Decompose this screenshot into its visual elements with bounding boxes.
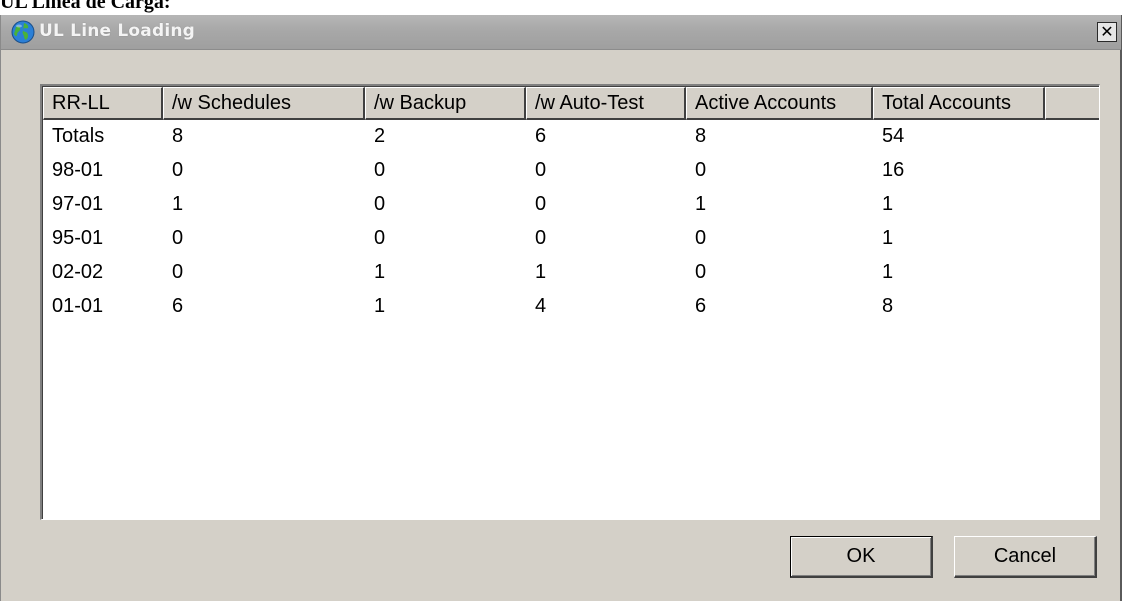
ok-button[interactable]: OK (790, 536, 933, 578)
window-title: UL Line Loading (39, 21, 196, 41)
column-header[interactable]: RR-LL (43, 87, 163, 120)
table-row[interactable]: 98-01 0 0 0 0 16 (43, 153, 1099, 187)
table-cell: 54 (882, 125, 905, 147)
table-row[interactable]: 01-01 6 1 4 6 8 (43, 289, 1099, 323)
table-cell: 2 (374, 125, 386, 147)
table-cell: 6 (172, 295, 184, 317)
table-cell: 0 (374, 159, 386, 181)
table-cell: 8 (172, 125, 184, 147)
table-row[interactable]: 02-02 0 1 1 0 1 (43, 255, 1099, 289)
table-cell: 0 (172, 159, 184, 181)
table-cell: 1 (374, 295, 386, 317)
accounts-list-view[interactable]: RR-LL/w Schedules/w Backup/w Auto-Test Ac… (40, 84, 1100, 520)
table-cell: 0 (172, 227, 184, 249)
table-cell: 1 (882, 227, 894, 249)
table-cell: 0 (695, 261, 707, 283)
table-cell: 0 (374, 193, 386, 215)
close-button[interactable]: ✕ (1097, 22, 1117, 42)
table-cell: 16 (882, 159, 905, 181)
table-row[interactable]: 95-01 0 0 0 0 1 (43, 221, 1099, 255)
table-cell: 97-01 (52, 193, 104, 215)
table-cell: 0 (535, 193, 547, 215)
table-cell: 01-01 (52, 295, 104, 317)
close-icon: ✕ (1100, 22, 1114, 41)
cancel-button[interactable]: Cancel (954, 536, 1097, 578)
table-cell: 95-01 (52, 227, 104, 249)
column-header[interactable]: Total Accounts (873, 87, 1045, 120)
list-header: RR-LL/w Schedules/w Backup/w Auto-Test Ac… (43, 87, 1099, 120)
dialog-window: UL Line Loading ✕ RR-LL/w Schedules/w Ba… (0, 15, 1122, 601)
document-caption: UL Línea de Carga: (0, 0, 171, 13)
column-header[interactable]: /w Backup (365, 87, 526, 120)
table-cell: 6 (535, 125, 547, 147)
table-cell: 1 (374, 261, 386, 283)
table-row[interactable]: 97-01 1 0 0 1 1 (43, 187, 1099, 221)
table-cell: 0 (172, 261, 184, 283)
table-cell: Totals (52, 125, 105, 147)
table-cell: 1 (882, 261, 894, 283)
table-cell: 1 (535, 261, 547, 283)
globe-icon (11, 20, 35, 44)
table-cell: 0 (535, 227, 547, 249)
title-bar[interactable]: UL Line Loading ✕ (1, 15, 1121, 50)
column-header[interactable]: Active Accounts (686, 87, 873, 120)
column-header[interactable]: /w Schedules (163, 87, 365, 120)
table-cell: 6 (695, 295, 707, 317)
table-cell: 0 (695, 159, 707, 181)
table-cell: 02-02 (52, 261, 104, 283)
table-row[interactable]: Totals 8 2 6 8 54 (43, 119, 1099, 153)
table-cell: 1 (695, 193, 707, 215)
table-cell: 1 (172, 193, 184, 215)
column-header[interactable]: /w Auto-Test (526, 87, 686, 120)
table-cell: 0 (374, 227, 386, 249)
column-header-filler (1045, 87, 1099, 120)
table-cell: 0 (695, 227, 707, 249)
table-cell: 0 (535, 159, 547, 181)
table-cell: 4 (535, 295, 547, 317)
table-cell: 1 (882, 193, 894, 215)
table-cell: 8 (882, 295, 894, 317)
table-cell: 8 (695, 125, 707, 147)
table-cell: 98-01 (52, 159, 104, 181)
